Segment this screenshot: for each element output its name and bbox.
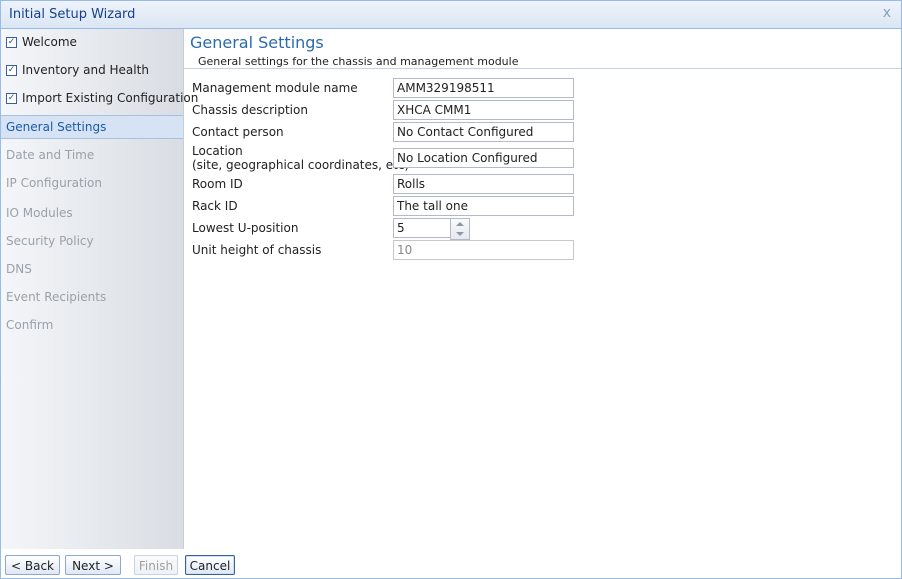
step-dns: DNS [1,258,183,280]
wizard-steps-sidebar: ✓ Welcome ✓ Inventory and Health ✓ Impor… [1,29,198,549]
step-event-recipients: Event Recipients [1,286,183,308]
lowest-u-position-stepper[interactable] [450,218,470,240]
step-label: General Settings [6,120,107,134]
step-io-modules: IO Modules [1,202,183,224]
step-label: Confirm [6,318,54,332]
step-label: Date and Time [6,148,95,162]
checkbox-checked-icon: ✓ [6,93,17,104]
step-label: Event Recipients [6,290,107,304]
step-ip-configuration: IP Configuration [1,172,183,194]
page-subtitle: General settings for the chassis and man… [198,55,519,68]
window-title: Initial Setup Wizard [9,7,136,22]
module-name-input[interactable] [393,78,574,98]
location-input[interactable] [393,148,574,168]
step-label: Welcome [22,35,77,49]
cancel-button[interactable]: Cancel [185,555,235,575]
location-label: Location [192,144,243,158]
next-button[interactable]: Next > [65,555,121,575]
step-welcome[interactable]: ✓ Welcome [1,31,183,53]
close-icon[interactable]: x [883,5,891,21]
step-import-existing-configuration[interactable]: ✓ Import Existing Configuration [1,87,198,109]
stepper-down-button[interactable] [451,229,469,239]
page-title: General Settings [190,33,324,52]
unit-height-label: Unit height of chassis [192,243,322,257]
wizard-footer: < Back Next > Finish Cancel [1,549,901,578]
lowest-u-position-input[interactable] [393,218,451,238]
contact-person-input[interactable] [393,122,574,142]
step-label: Import Existing Configuration [22,91,199,105]
chassis-description-label: Chassis description [192,103,308,117]
room-id-input[interactable] [393,174,574,194]
triangle-down-icon [456,232,464,236]
rack-id-input[interactable] [393,196,574,216]
step-date-and-time: Date and Time [1,144,183,166]
chassis-description-input[interactable] [393,100,574,120]
triangle-up-icon [456,222,464,226]
location-label-hint: (site, geographical coordinates, etc) [192,158,410,172]
step-security-policy: Security Policy [1,230,183,252]
module-name-label: Management module name [192,81,358,95]
step-label: IP Configuration [6,176,102,190]
step-label: IO Modules [6,206,73,220]
contact-person-label: Contact person [192,125,284,139]
unit-height-input [393,240,574,260]
checkbox-checked-icon: ✓ [6,37,17,48]
finish-button: Finish [134,555,178,575]
rack-id-label: Rack ID [192,199,238,213]
page-header: General Settings General settings for th… [190,33,518,68]
step-label: DNS [6,262,32,276]
header-divider [184,68,901,69]
step-label: Security Policy [6,234,94,248]
step-confirm: Confirm [1,314,183,336]
room-id-label: Room ID [192,177,243,191]
step-label: Inventory and Health [22,63,149,77]
stepper-up-button[interactable] [451,219,469,229]
back-button[interactable]: < Back [5,555,60,575]
step-general-settings[interactable]: General Settings [1,115,183,139]
setup-wizard-window: Initial Setup Wizard x ✓ Welcome ✓ Inven… [0,0,902,579]
lowest-u-position-label: Lowest U-position [192,221,299,235]
step-inventory-and-health[interactable]: ✓ Inventory and Health [1,59,183,81]
checkbox-checked-icon: ✓ [6,65,17,76]
title-bar: Initial Setup Wizard x [1,1,901,29]
